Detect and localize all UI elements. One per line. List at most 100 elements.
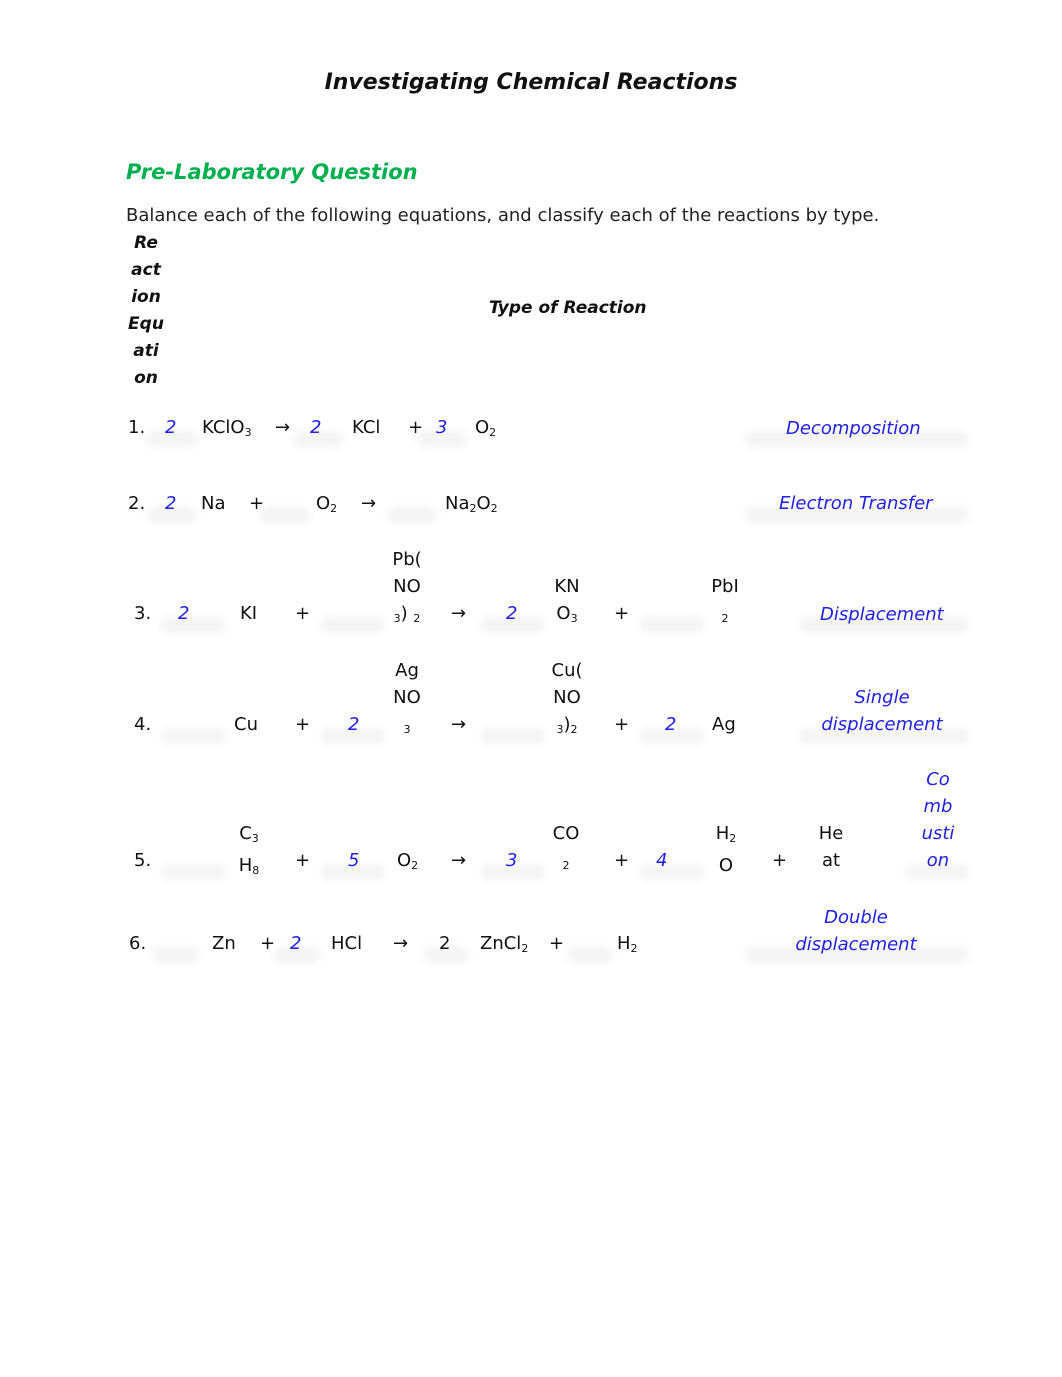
subscript: 2 [521, 942, 529, 955]
formula: C [239, 823, 252, 844]
subscript: 3 [570, 612, 578, 625]
species-pb-no3-2: Pb( NO 3) 2 [388, 546, 426, 632]
formula: H [715, 823, 730, 844]
species-o2: O2 [316, 490, 337, 522]
reaction-type-answer: Single displacement [812, 684, 952, 738]
coefficient-answer: 3 [436, 417, 448, 438]
formula-line: O [718, 855, 734, 876]
species-o2: O2 [397, 847, 418, 879]
coefficient-answer: 4 [656, 850, 668, 871]
answer-blank[interactable] [484, 731, 542, 741]
formula-line: NO [393, 687, 421, 708]
formula-line: CO [552, 823, 580, 844]
formula-line: at [821, 850, 841, 871]
reaction-type-answer: Co mb usti on [918, 766, 958, 874]
row-number: 2. [128, 493, 146, 514]
coefficient-answer: 2 [506, 603, 518, 624]
type-line: mb [923, 796, 953, 817]
formula-line: PbI [711, 576, 739, 597]
plus-operator: + [614, 603, 630, 624]
formula: Na [445, 493, 470, 514]
answer-blank[interactable] [263, 510, 307, 520]
coefficient: 2 [439, 933, 451, 954]
answer-blank[interactable] [165, 731, 223, 741]
row-number: 6. [129, 933, 147, 954]
type-line: Double [824, 907, 888, 928]
answer-blank[interactable] [390, 510, 434, 520]
formula: ) [400, 603, 408, 624]
formula-line: He [818, 823, 844, 844]
type-line: displacement [821, 714, 943, 735]
species-pbi2: PbI 2 [706, 573, 744, 632]
answer-blank[interactable] [156, 950, 196, 960]
plus-operator: + [614, 850, 630, 871]
species-o2: O2 [475, 414, 496, 446]
answer-blank[interactable] [643, 867, 701, 877]
answer-blank[interactable] [643, 620, 701, 630]
header-line: Equ [128, 314, 164, 334]
subscript: 2 [490, 502, 498, 515]
answer-blank[interactable] [324, 620, 382, 630]
subscript: 2 [469, 502, 477, 515]
reaction-type-answer: Electron Transfer [779, 493, 933, 514]
type-line: Single [854, 687, 910, 708]
header-line: act [131, 260, 161, 280]
subscript: 2 [330, 502, 338, 515]
species-na: Na [201, 493, 226, 514]
species-kcl: KCl [352, 417, 381, 438]
formula: O [476, 493, 491, 514]
subscript: 3 [244, 426, 252, 439]
type-line: on [926, 850, 950, 871]
subscript: 3 [251, 832, 259, 845]
formula: H [238, 855, 253, 876]
formula-line: NO [393, 576, 421, 597]
formula: O [475, 417, 490, 438]
species-zncl2: ZnCl2 [480, 930, 528, 962]
formula: O [397, 850, 412, 871]
formula-line: Cu( [551, 660, 583, 681]
reaction-type-answer: Decomposition [786, 418, 921, 439]
column-header-reaction-equation: Re act ion Equ ati on [126, 230, 166, 392]
plus-operator: + [549, 933, 565, 954]
formula-line: Ag [395, 660, 419, 681]
species-c3h8: C3 H8 [236, 820, 262, 884]
species-h2: H2 [617, 930, 638, 962]
subscript: 3 [393, 612, 401, 625]
plus-operator: + [260, 933, 276, 954]
plus-operator: + [249, 493, 265, 514]
type-line: displacement [795, 934, 917, 955]
coefficient-answer: 2 [165, 493, 177, 514]
species-co2: CO 2 [548, 820, 584, 879]
coefficient-answer: 2 [165, 417, 177, 438]
plus-operator: + [772, 850, 788, 871]
header-line: Re [134, 233, 158, 253]
subscript: 2 [570, 723, 578, 736]
subscript: 2 [630, 942, 638, 955]
answer-blank[interactable] [165, 867, 223, 877]
species-agno3: Ag NO 3 [390, 657, 424, 743]
answer-blank[interactable] [165, 620, 223, 630]
column-header-type-of-reaction: Type of Reaction [489, 298, 647, 318]
formula: O [556, 603, 571, 624]
coefficient-answer: 2 [310, 417, 322, 438]
arrow-operator: → [451, 850, 467, 871]
coefficient-answer: 3 [506, 850, 518, 871]
reaction-type-answer: Double displacement [786, 904, 926, 958]
answer-blank[interactable] [570, 950, 610, 960]
subscript: 2 [562, 859, 570, 872]
heat-term: He at [816, 820, 846, 874]
species-kclo3: KClO3 [202, 414, 252, 446]
coefficient-answer: 2 [348, 714, 360, 735]
coefficient-answer: 2 [178, 603, 190, 624]
formula-line: KN [554, 576, 580, 597]
subscript: 2 [721, 612, 729, 625]
row-number: 4. [134, 714, 152, 735]
species-kno3: KN O3 [550, 573, 584, 632]
arrow-operator: → [393, 933, 409, 954]
instructions-text: Balance each of the following equations,… [126, 205, 880, 226]
row-number: 1. [128, 417, 146, 438]
row-number: 3. [134, 603, 152, 624]
coefficient-answer: 5 [348, 850, 360, 871]
arrow-operator: → [451, 603, 467, 624]
plus-operator: + [408, 417, 424, 438]
